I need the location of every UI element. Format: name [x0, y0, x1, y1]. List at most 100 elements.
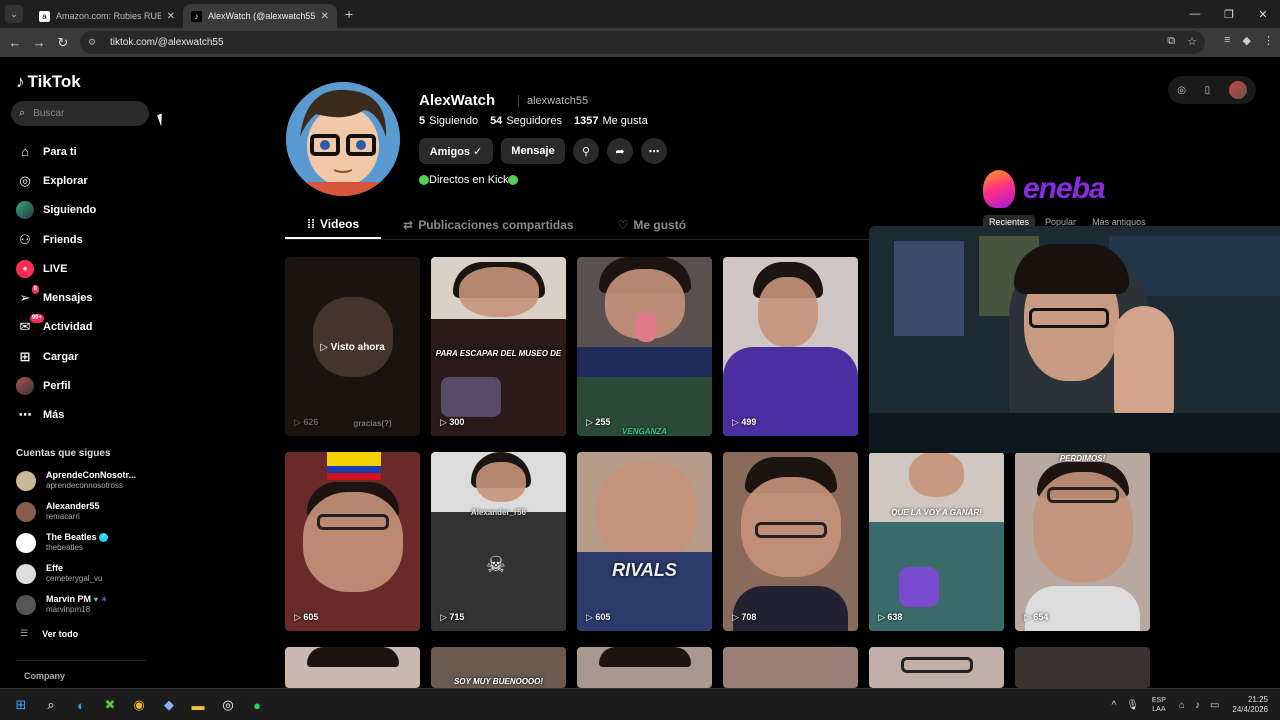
volume-icon[interactable]: ♪ [1195, 700, 1200, 711]
minimize-button[interactable]: — [1178, 0, 1212, 28]
thumbnail-face [758, 277, 818, 347]
file-explorer-icon[interactable]: ▬ [189, 696, 207, 714]
browser-menu-icon[interactable]: ⋮ [1263, 34, 1274, 47]
tab-search-button[interactable]: ⌄ [5, 5, 23, 23]
bookmark-star-icon[interactable]: ☆ [1187, 35, 1197, 48]
add-friend-icon[interactable]: ⚲ [573, 138, 599, 164]
sidebar-item-cargar[interactable]: ⊞ Cargar [0, 342, 160, 371]
video-card[interactable] [1015, 647, 1150, 688]
tab-liked[interactable]: ♡ Me gustó [596, 211, 708, 239]
stat-label: Seguidores [506, 115, 562, 127]
company-link[interactable]: Company [24, 671, 65, 681]
following-account[interactable]: Effe cemeterygal_vu [16, 558, 156, 589]
video-card[interactable] [577, 647, 712, 688]
reload-button[interactable]: ↻ [51, 35, 75, 51]
sidebar-item-friends[interactable]: ⚇ Friends [0, 225, 160, 254]
new-tab-button[interactable]: + [345, 6, 353, 22]
friends-button[interactable]: Amigos ✓ [419, 138, 493, 164]
following-account[interactable]: Marvin PM ♥ ✳ marvinpm18 [16, 589, 156, 620]
battery-icon[interactable]: ▭ [1210, 700, 1219, 711]
wall-poster [894, 241, 964, 336]
app-icon[interactable]: ◆ [160, 696, 178, 714]
video-card[interactable]: PERDIMOS! ▷ 654 [1015, 452, 1150, 631]
microphone-icon[interactable]: 🎙 [1126, 700, 1139, 711]
video-card[interactable] [869, 647, 1004, 688]
video-card[interactable]: QUE LA VOY A GANAR! ▷ 638 [869, 452, 1004, 631]
stat-following[interactable]: 5 Siguiendo [419, 115, 478, 127]
see-all-button[interactable]: ☰ Ver todo [20, 628, 78, 639]
video-card[interactable]: ▷ 605 [285, 452, 420, 631]
avatar [16, 594, 36, 615]
spotify-icon[interactable]: ● [248, 696, 266, 714]
site-info-icon[interactable]: ⚙ [88, 37, 100, 49]
view-count: ▷ 605 [586, 612, 611, 622]
anime-avatar-illustration [286, 82, 400, 196]
windows-start-icon[interactable]: ⊞ [12, 696, 30, 714]
network-icon[interactable]: ⌂ [1179, 700, 1185, 711]
xbox-icon[interactable]: ✖ [101, 696, 119, 714]
following-account[interactable]: AprendeConNosotr... aprendeconnosotross [16, 465, 156, 496]
search-icon[interactable]: ⌕ [42, 696, 60, 714]
sidebar-item-label: Para ti [43, 145, 77, 158]
thumbnail-hair [599, 647, 691, 667]
coin-icon[interactable]: ◎ [1177, 85, 1186, 96]
sponsor-text: eneba [1023, 172, 1106, 205]
sidebar-item-explorar[interactable]: ◎ Explorar [0, 166, 160, 195]
close-icon[interactable]: ✕ [321, 11, 329, 22]
tiktok-logo[interactable]: ♪ TikTok [16, 72, 81, 92]
chevron-up-icon[interactable]: ^ [1111, 700, 1116, 711]
video-card[interactable]: RIVALS ▷ 605 [577, 452, 712, 631]
sidebar-item-mensajes[interactable]: ➢ 8 Mensajes [0, 283, 160, 312]
sidebar-item-live[interactable]: ● LIVE [0, 254, 160, 283]
tiktok-icon: ♪ [191, 10, 202, 22]
account-name: Effe [46, 563, 64, 573]
edge-icon[interactable]: ◐ [72, 696, 90, 714]
restore-button[interactable]: ❐ [1212, 0, 1246, 28]
video-card[interactable] [723, 647, 858, 688]
language-indicator[interactable]: ESP LAA [1152, 696, 1166, 714]
video-card[interactable]: ▷ Visto ahora gracias(?) ▷ 626 [285, 257, 420, 436]
following-account[interactable]: Alexander55 remacarri [16, 496, 156, 527]
video-card[interactable]: ▷ 708 [723, 452, 858, 631]
stat-followers[interactable]: 54 Seguidores [490, 115, 562, 127]
video-card[interactable]: SOY MUY BUENOOOO! [431, 647, 566, 688]
video-card[interactable] [285, 647, 420, 688]
omnibox[interactable]: ⚙ tiktok.com/@alexwatch55 ⧉ ☆ [80, 31, 1205, 54]
following-account[interactable]: The Beatles ✓ thebeatles [16, 527, 156, 558]
forward-button[interactable]: → [27, 35, 51, 50]
clock[interactable]: 21:25 24/4/2026 [1232, 695, 1268, 715]
account-name: The Beatles [46, 532, 97, 542]
video-card[interactable]: PARA ESCAPAR DEL MUSEO DE ▷ 300 [431, 257, 566, 436]
more-options-icon[interactable]: ⋯ [641, 138, 667, 164]
profile-avatar[interactable] [286, 82, 400, 196]
view-count: ▷ 499 [732, 417, 757, 427]
sidebar-item-actividad[interactable]: ✉ 99+ Actividad [0, 313, 160, 342]
video-card[interactable]: ▷ 499 [723, 257, 858, 436]
close-icon[interactable]: ✕ [167, 11, 175, 22]
sidebar-item-siguiendo[interactable]: Siguiendo [0, 196, 160, 225]
tab-videos[interactable]: ⁞⁞ Videos [285, 211, 382, 239]
sidebar-item-mas[interactable]: ⋯ Más [0, 401, 160, 430]
browser-tab-amazon[interactable]: a Amazon.com: Rubies RUBIES Fr ✕ [31, 4, 183, 28]
translate-icon[interactable]: ⧉ [1167, 35, 1175, 48]
share-icon[interactable]: ➦ [607, 138, 633, 164]
window-close-button[interactable]: ✕ [1246, 0, 1280, 28]
chrome-icon[interactable]: ◉ [130, 696, 148, 714]
video-card[interactable]: VENGANZA ▷ 255 [577, 257, 712, 436]
sidebar-item-perfil[interactable]: Perfil [0, 371, 160, 400]
user-avatar[interactable] [1228, 81, 1247, 99]
extension-icon[interactable]: ◆ [1243, 34, 1251, 47]
tab-reposts[interactable]: ⇄ Publicaciones compartidas [381, 211, 595, 239]
obs-icon[interactable]: ◎ [219, 696, 237, 714]
message-button[interactable]: Mensaje [501, 138, 565, 164]
eneba-mark-icon [983, 170, 1015, 208]
search-input[interactable]: ⌕ Buscar [11, 101, 149, 126]
device-icon[interactable]: ▯ [1205, 85, 1211, 96]
tab-title: Amazon.com: Rubies RUBIES Fr [56, 11, 161, 21]
reading-list-icon[interactable]: ≡ [1224, 34, 1230, 47]
back-button[interactable]: ← [3, 35, 27, 50]
thumbnail-face [597, 462, 697, 562]
sidebar-item-para-ti[interactable]: ⌂ Para ti [0, 137, 160, 166]
browser-tab-tiktok[interactable]: ♪ AlexWatch (@alexwatch55) | TikTok ✕ [183, 4, 337, 28]
video-card[interactable]: Alexander_r56 ☠ ▷ 715 [431, 452, 566, 631]
